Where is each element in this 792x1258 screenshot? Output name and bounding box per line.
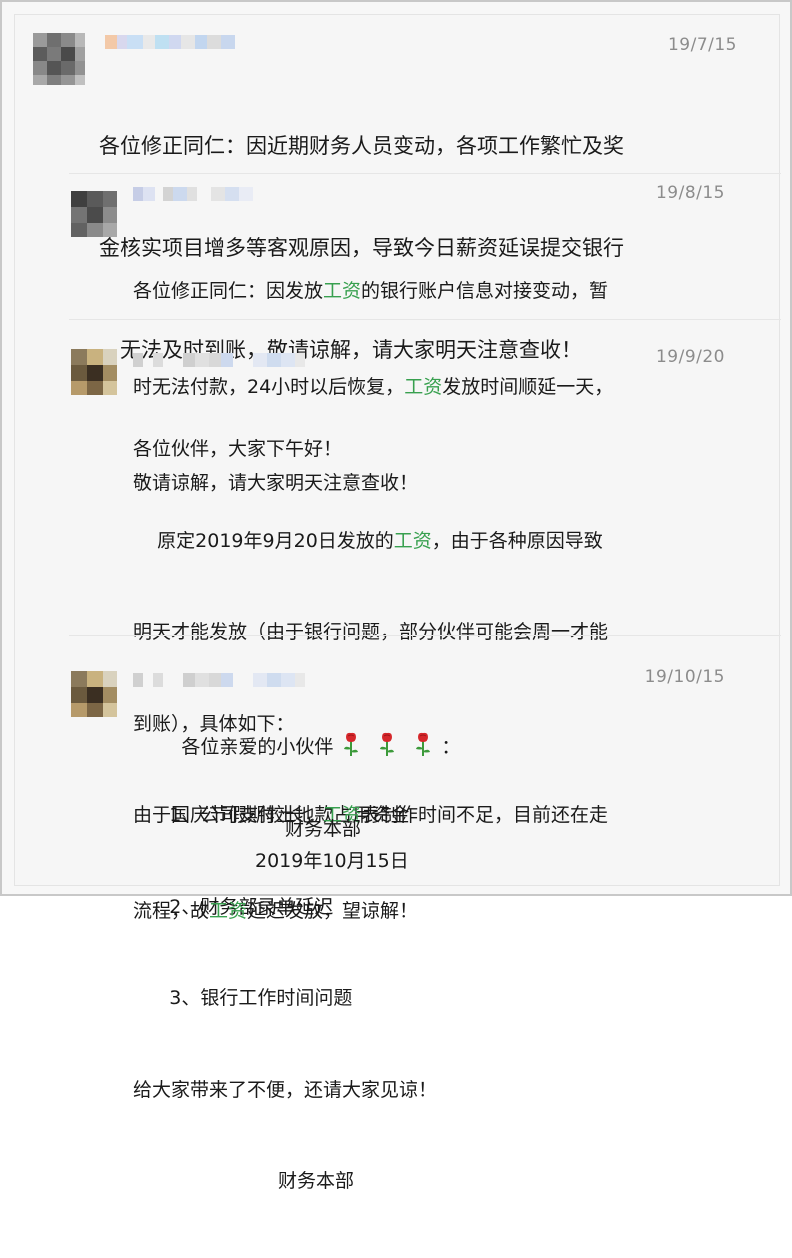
post-date: 19/8/15 bbox=[655, 183, 725, 203]
message-board: 19/7/15 各位修正同仁：因近期财务人员变动，各项工作繁忙及奖 金核实项目增… bbox=[14, 14, 781, 1192]
username-blurred[interactable] bbox=[105, 35, 255, 53]
post-signature-date: 2019年10月15日 bbox=[255, 850, 409, 872]
username-blurred[interactable] bbox=[133, 353, 313, 371]
divider bbox=[69, 319, 781, 320]
text-line: 由于国庆节假期较长，工资表制作时间不足，目前还在走 bbox=[133, 799, 753, 831]
screenshot-frame: 19/7/15 各位修正同仁：因近期财务人员变动，各项工作繁忙及奖 金核实项目增… bbox=[0, 0, 792, 1192]
text-line: 原定2019年9月20日发放的工资，由于各种原因导致 bbox=[133, 526, 753, 557]
text-line: 流程，故工资延迟发放，望谅解！ bbox=[133, 895, 753, 927]
highlighted-keyword: 工资 bbox=[209, 900, 248, 922]
divider bbox=[69, 173, 781, 174]
highlighted-keyword: 工资 bbox=[323, 280, 362, 302]
text-segment: 延迟发放，望谅解！ bbox=[247, 900, 419, 922]
post-date: 19/7/15 bbox=[667, 35, 737, 55]
avatar-blurred[interactable] bbox=[71, 349, 117, 395]
text-segment: 各位伙伴，大家下午好！ bbox=[133, 438, 343, 460]
divider bbox=[69, 635, 781, 636]
avatar-blurred[interactable] bbox=[71, 191, 117, 237]
text-line: 明天才能发放（由于银行问题，部分伙伴可能会周一才能 bbox=[133, 617, 753, 648]
text-segment: 各位修正同仁：因近期财务人员变动，各项工作繁忙及奖 bbox=[99, 134, 624, 158]
post-signature: 财务本部 bbox=[285, 818, 362, 840]
highlighted-keyword: 工资 bbox=[393, 529, 432, 552]
text-line: 各位修正同仁：因近期财务人员变动，各项工作繁忙及奖 bbox=[99, 129, 739, 163]
text-line: 各位伙伴，大家下午好！ bbox=[133, 434, 753, 465]
text-segment: 给大家带来了不便，还请大家见谅！ bbox=[133, 1078, 438, 1101]
text-segment: 表制作时间不足，目前还在走 bbox=[361, 804, 609, 826]
avatar-blurred[interactable] bbox=[71, 671, 117, 717]
text-segment: 的银行账户信息对接变动，暂 bbox=[361, 280, 609, 302]
text-segment: ，由于各种原因导致 bbox=[431, 529, 603, 552]
text-segment: 明天才能发放（由于银行问题，部分伙伴可能会周一才能 bbox=[133, 621, 609, 643]
text-segment: 原定2019年9月20日发放的 bbox=[133, 529, 394, 552]
text-line: 各位修正同仁：因发放工资的银行账户信息对接变动，暂 bbox=[133, 275, 753, 307]
avatar-blurred[interactable] bbox=[33, 33, 85, 85]
text-segment: 财务本部 bbox=[133, 1170, 354, 1192]
text-line: 给大家带来了不便，还请大家见谅！ bbox=[133, 1075, 753, 1106]
username-blurred[interactable] bbox=[133, 673, 313, 691]
text-segment: 流程，故 bbox=[133, 900, 210, 922]
post-date: 19/10/15 bbox=[644, 667, 725, 687]
watermark-logo bbox=[776, 876, 780, 890]
username-blurred[interactable] bbox=[133, 187, 273, 205]
text-segment: 各位修正同仁：因发放 bbox=[133, 280, 324, 302]
text-line: 财务本部 bbox=[133, 1166, 753, 1197]
post-text: 由于国庆节假期较长，工资表制作时间不足，目前还在走 流程，故工资延迟发放，望谅解… bbox=[133, 735, 753, 991]
post-date: 19/9/20 bbox=[655, 347, 725, 367]
